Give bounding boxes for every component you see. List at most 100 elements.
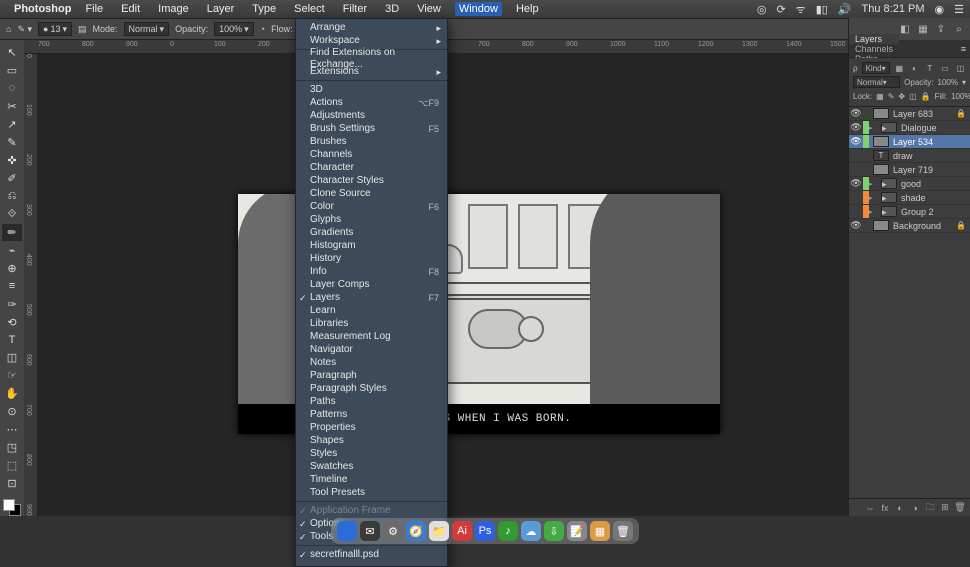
lock-pos-icon[interactable]: ✥ — [898, 92, 905, 101]
menuitem-arrange[interactable]: Arrange — [296, 21, 447, 34]
filter-text-icon[interactable]: T — [924, 64, 935, 73]
menuitem-history[interactable]: History — [296, 252, 447, 265]
tool-20[interactable]: ⊙ — [2, 403, 22, 420]
tool-9[interactable]: ⟐ — [2, 206, 22, 223]
menuitem-workspace[interactable]: Workspace — [296, 34, 447, 47]
dock-app[interactable]: Ai — [452, 521, 472, 541]
menuitem-gradients[interactable]: Gradients — [296, 226, 447, 239]
tool-6[interactable]: ✜ — [2, 152, 22, 169]
visibility-icon[interactable]: 👁 — [849, 108, 863, 119]
layer-row[interactable]: 👁Layer 534 — [849, 135, 970, 149]
menuitem-channels[interactable]: Channels — [296, 148, 447, 161]
brush-preset[interactable]: ● 13 ▾ — [38, 22, 72, 36]
share-panel-icon[interactable]: ⇪ — [934, 22, 948, 36]
menuitem-info[interactable]: InfoF8 — [296, 265, 447, 278]
tool-17[interactable]: ◫ — [2, 349, 22, 366]
ruler-vertical[interactable]: 0100200300400500600700800900 — [24, 54, 38, 516]
volume-icon[interactable]: 🔊 — [838, 3, 852, 16]
menu-type[interactable]: Type — [248, 2, 280, 16]
dock-app[interactable]: ☁ — [521, 521, 541, 541]
layer-row[interactable]: 👁▸▸good — [849, 177, 970, 191]
menuitem-actions[interactable]: Actions⌥F9 — [296, 96, 447, 109]
tool-4[interactable]: ↗ — [2, 116, 22, 133]
filter-smart-icon[interactable]: ◫ — [955, 64, 966, 73]
menuitem-paragraph[interactable]: Paragraph — [296, 369, 447, 382]
fx-icon[interactable]: fx — [879, 503, 891, 513]
visibility-icon[interactable]: 👁 — [849, 136, 863, 147]
menuitem-timeline[interactable]: Timeline — [296, 473, 447, 486]
dock-app[interactable]: ⚙ — [383, 521, 403, 541]
menuitem-navigator[interactable]: Navigator — [296, 343, 447, 356]
menuitem-styles[interactable]: Styles — [296, 447, 447, 460]
new-layer-icon[interactable]: ⊞ — [939, 502, 951, 513]
mask-icon[interactable]: ◐ — [894, 503, 906, 513]
dock-app[interactable]: 🗑 — [613, 521, 633, 541]
dock-app[interactable]: ⇩ — [544, 521, 564, 541]
dock-app[interactable]: 🧭 — [406, 521, 426, 541]
menuitem-properties[interactable]: Properties — [296, 421, 447, 434]
menuitem-histogram[interactable]: Histogram — [296, 239, 447, 252]
menuitem-brush-settings[interactable]: Brush SettingsF5 — [296, 122, 447, 135]
tool-10[interactable]: ✏ — [2, 224, 22, 241]
swatches-icon[interactable]: ▦ — [916, 22, 930, 36]
filter-pixel-icon[interactable]: ▦ — [894, 64, 905, 73]
brush-tool-icon[interactable]: ✎ ▾ — [17, 24, 32, 35]
menuitem-layer-comps[interactable]: Layer Comps — [296, 278, 447, 291]
menuitem-character[interactable]: Character — [296, 161, 447, 174]
dock-app[interactable]: 📝 — [567, 521, 587, 541]
menu-image[interactable]: Image — [154, 2, 193, 16]
battery-icon[interactable]: ▮▯ — [816, 3, 828, 16]
wifi-icon[interactable]: ᯤ — [796, 2, 806, 17]
menuitem-clone-source[interactable]: Clone Source — [296, 187, 447, 200]
layer-row[interactable]: 👁▸▸Dialogue — [849, 121, 970, 135]
menuitem-secretfinalll-psd[interactable]: ✓secretfinalll.psd — [296, 548, 447, 561]
menuitem-libraries[interactable]: Libraries — [296, 317, 447, 330]
lock-pixel-icon[interactable]: ✎ — [888, 92, 895, 101]
menuitem-shapes[interactable]: Shapes — [296, 434, 447, 447]
tool-7[interactable]: ✐ — [2, 170, 22, 187]
group-icon[interactable]: 🗀 — [924, 500, 936, 516]
menuitem-glyphs[interactable]: Glyphs — [296, 213, 447, 226]
blend-mode-select[interactable]: Normal ▾ — [124, 22, 170, 36]
dock-app[interactable] — [337, 521, 357, 541]
tab-layers[interactable]: Layers — [849, 34, 899, 44]
tool-0[interactable]: ↖ — [2, 44, 22, 61]
visibility-icon[interactable]: 👁 — [849, 220, 863, 231]
tool-8[interactable]: ⎌ — [2, 188, 22, 205]
menu-layer[interactable]: Layer — [203, 2, 239, 16]
filter-kind-select[interactable]: Kind ▾ — [862, 62, 890, 74]
dock-app[interactable]: ▦ — [590, 521, 610, 541]
lock-all-icon[interactable]: 🔒 — [921, 92, 931, 101]
opacity-field[interactable]: 100% ▾ — [214, 22, 254, 36]
menu-edit[interactable]: Edit — [117, 2, 144, 16]
fill-value[interactable]: 100% — [951, 92, 970, 101]
tool-22[interactable]: ◳ — [2, 439, 22, 456]
tool-24[interactable]: ⊡ — [2, 475, 22, 492]
sync-icon[interactable]: ⟳ — [776, 3, 785, 16]
menuitem-layers[interactable]: ✓LayersF7 — [296, 291, 447, 304]
search-icon[interactable]: ⌕ — [952, 22, 966, 36]
tool-23[interactable]: ⬚ — [2, 457, 22, 474]
menu-3d[interactable]: 3D — [381, 2, 403, 16]
layer-row[interactable]: ▸▸shade — [849, 191, 970, 205]
dock-app[interactable]: ♪ — [498, 521, 518, 541]
layer-row[interactable]: 👁Layer 683🔒 — [849, 107, 970, 121]
dock-app[interactable]: Ps — [475, 521, 495, 541]
home-icon[interactable]: ⌂ — [6, 24, 11, 34]
lock-artboard-icon[interactable]: ◫ — [909, 92, 917, 101]
lock-trans-icon[interactable]: ▦ — [876, 92, 884, 101]
menuitem-measurement-log[interactable]: Measurement Log — [296, 330, 447, 343]
cc-icon[interactable]: ◎ — [757, 3, 767, 16]
menuitem-adjustments[interactable]: Adjustments — [296, 109, 447, 122]
tool-15[interactable]: ⟲ — [2, 314, 22, 331]
adjustment-icon[interactable]: ◑ — [909, 503, 921, 513]
menuitem-color[interactable]: ColorF6 — [296, 200, 447, 213]
menuitem-extensions[interactable]: Extensions — [296, 65, 447, 78]
tool-13[interactable]: ≡ — [2, 278, 22, 295]
layer-row[interactable]: Layer 719 — [849, 163, 970, 177]
menuitem-brushes[interactable]: Brushes — [296, 135, 447, 148]
delete-layer-icon[interactable]: 🗑 — [954, 502, 966, 513]
layer-opacity-value[interactable]: 100% — [938, 78, 958, 87]
tool-16[interactable]: T — [2, 332, 22, 349]
tool-19[interactable]: ✋ — [2, 385, 22, 402]
